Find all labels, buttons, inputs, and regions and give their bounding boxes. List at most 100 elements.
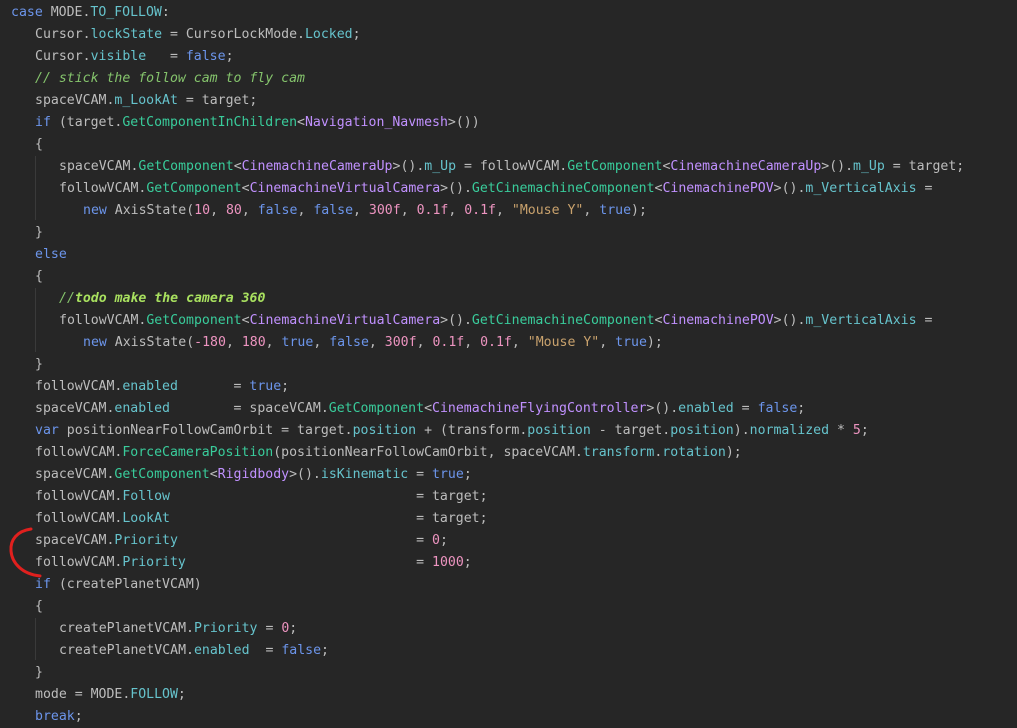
code-line[interactable]: //todo make the camera 360 [59,288,265,310]
code-line[interactable]: case MODE.TO_FOLLOW: [11,2,170,24]
code-token: normalized [749,423,830,438]
code-token: ); [725,445,742,460]
code-token: // stick the follow cam to fly cam [35,71,305,86]
code-token: = [916,313,933,328]
code-token: 0.1f [416,203,449,218]
code-token: if [35,577,51,592]
code-token: m_Up [853,159,885,174]
code-line[interactable]: new AxisState(10, 80, false, false, 300f… [83,200,647,222]
code-line[interactable]: followVCAM.ForceCameraPosition(positionN… [35,442,742,464]
code-token: ; [225,49,234,64]
code-line[interactable]: mode = MODE.FOLLOW; [35,684,186,706]
code-line[interactable]: spaceVCAM.m_LookAt = target; [35,90,257,112]
code-line[interactable]: } [35,354,43,376]
code-token: AxisState( [114,335,195,350]
code-token: Priority [193,621,258,636]
code-token: var [35,423,59,438]
code-token: , [464,335,481,350]
code-token: } [35,665,43,680]
code-token: } [35,357,43,372]
code-token: >(). [646,401,679,416]
code-line[interactable]: } [35,662,43,684]
code-line[interactable]: { [35,134,43,156]
code-line[interactable]: if (createPlanetVCAM) [35,574,202,596]
code-line[interactable]: if (target.GetComponentInChildren<Naviga… [35,112,480,134]
code-token: = target; [177,93,258,108]
code-token: + (transform. [416,423,528,438]
code-token: = [146,49,186,64]
code-line[interactable]: spaceVCAM.GetComponent<Rigidbody>().isKi… [35,464,472,486]
code-token: = [257,621,282,636]
code-token: < [424,401,433,416]
code-token: ; [177,687,186,702]
code-line[interactable]: followVCAM.enabled = true; [35,376,289,398]
code-line[interactable]: followVCAM.LookAt = target; [35,508,488,530]
code-line[interactable]: followVCAM.Priority = 1000; [35,552,472,574]
code-line[interactable]: else [35,244,67,266]
code-line[interactable]: } [35,222,43,244]
code-line[interactable]: Cursor.lockState = CursorLockMode.Locked… [35,24,361,46]
code-token: Locked [304,27,353,42]
code-line[interactable]: Cursor.visible = false; [35,46,234,68]
code-token: false [313,203,354,218]
code-token: false [329,335,369,350]
code-token: >(). [773,313,806,328]
code-token: = target; [169,511,488,526]
code-token: true [249,379,282,394]
code-line[interactable]: var positionNearFollowCamOrbit = target.… [35,420,869,442]
code-token: enabled [193,643,250,658]
code-token: = [733,401,758,416]
code-editor[interactable]: case MODE.TO_FOLLOW: Cursor.lockState = C… [0,0,1017,728]
code-token: false [257,203,298,218]
code-token: 0.1f [480,335,512,350]
code-token: = followVCAM. [456,159,568,174]
code-token: ; [289,621,298,636]
code-line[interactable]: followVCAM.GetComponent<CinemachineVirtu… [59,178,932,200]
code-token: AxisState( [114,203,195,218]
code-token: , [265,335,282,350]
code-line[interactable]: spaceVCAM.enabled = spaceVCAM.GetCompone… [35,398,805,420]
code-line[interactable]: followVCAM.GetComponent<CinemachineVirtu… [59,310,932,332]
code-token: if [35,115,51,130]
code-token: visible [90,49,147,64]
code-line[interactable]: createPlanetVCAM.Priority = 0; [59,618,297,640]
code-token: - target. [590,423,671,438]
code-token: case [11,5,51,20]
code-token: Priority [114,533,178,548]
code-line[interactable]: new AxisState(-180, 180, true, false, 30… [83,332,663,354]
code-token: spaceVCAM. [35,93,115,108]
code-token: = [916,181,933,196]
code-token: ); [631,203,647,218]
code-token: LookAt [122,511,170,526]
code-token: (createPlanetVCAM) [50,577,202,592]
code-token: < [233,159,242,174]
code-token: >(). [773,181,806,196]
code-line[interactable]: spaceVCAM.GetComponent<CinemachineCamera… [59,156,964,178]
code-line[interactable]: followVCAM.Follow = target; [35,486,488,508]
code-line[interactable]: // stick the follow cam to fly cam [35,68,305,90]
code-token: GetComponentInChildren [122,115,298,130]
code-token: >()) [447,115,480,130]
code-line[interactable]: spaceVCAM.Priority = 0; [35,530,448,552]
code-token: ForceCameraPosition [122,445,274,460]
code-line[interactable]: { [35,596,43,618]
code-token: = target; [884,159,965,174]
code-token: < [209,467,218,482]
code-token: CinemachinePOV [662,181,774,196]
code-token: new [83,203,115,218]
code-line[interactable]: break; [35,706,83,728]
code-line[interactable]: { [35,266,43,288]
code-token: true [599,203,632,218]
code-token: GetComponent [138,159,234,174]
code-token: , [496,203,512,218]
code-token: spaceVCAM. [59,159,139,174]
code-token: < [241,181,250,196]
code-token: >(). [440,181,472,196]
code-line[interactable]: createPlanetVCAM.enabled = false; [59,640,329,662]
code-token: 300f [368,203,401,218]
code-token: m_VerticalAxis [805,181,917,196]
code-token: Follow [122,489,170,504]
code-token: ). [733,423,750,438]
code-token: m_VerticalAxis [805,313,917,328]
code-token: position [670,423,734,438]
